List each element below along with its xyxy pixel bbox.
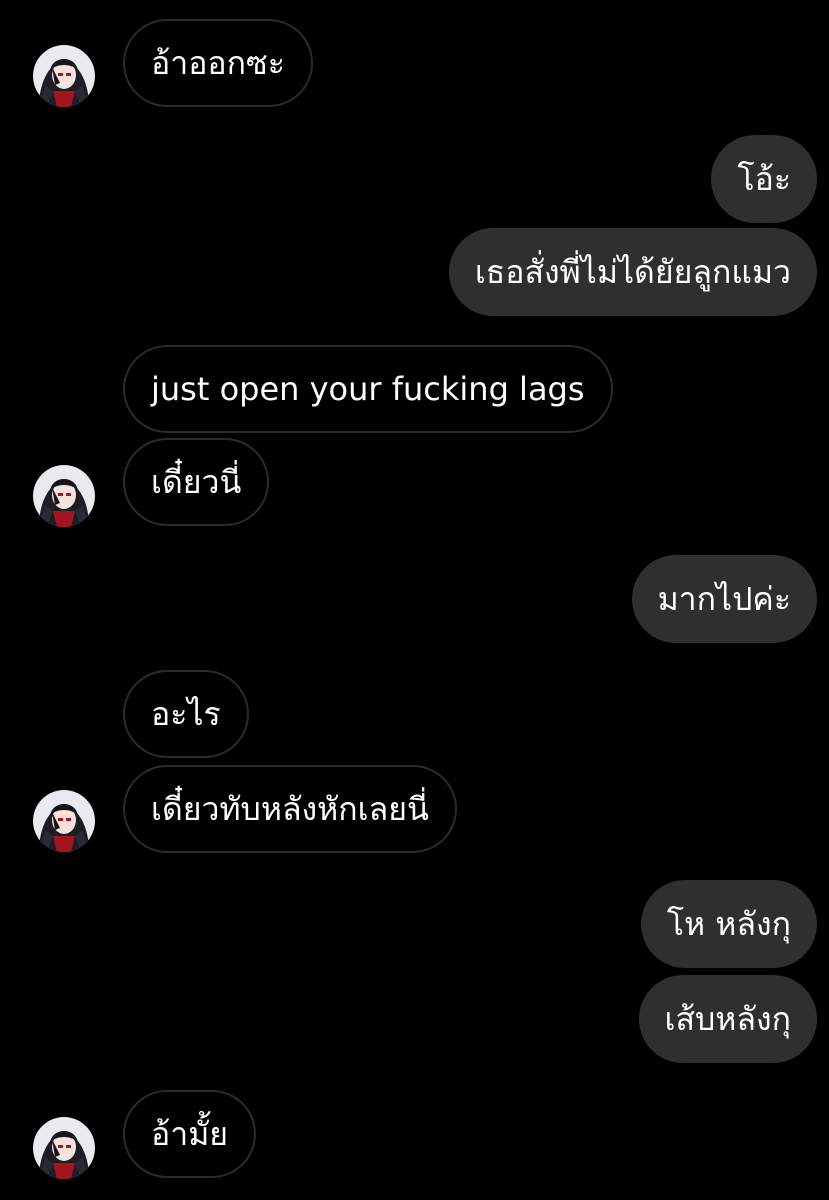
message-bubble-incoming[interactable]: just open your fucking lags	[123, 345, 613, 433]
message-bubble-incoming[interactable]: อ้าออกซะ	[123, 19, 313, 107]
message-bubble-incoming[interactable]: เดี๋ยวนี่	[123, 438, 270, 526]
message-text: มากไปค่ะ	[657, 580, 791, 618]
message-bubble-outgoing[interactable]: โห หลังกุ	[640, 880, 817, 968]
message-text: อ้ามั้ย	[151, 1115, 229, 1153]
anime-character-avatar-icon[interactable]	[33, 465, 95, 527]
message-text: เส้บหลังกุ	[664, 1000, 791, 1038]
message-text: เดี๋ยวทับหลังหักเลยนี่	[151, 790, 429, 828]
message-text: โห หลังกุ	[666, 905, 791, 943]
message-text: เธอสั่งพี่ไม่ได้ยัยลูกแมว	[474, 253, 791, 291]
message-bubble-outgoing[interactable]: เส้บหลังกุ	[638, 975, 817, 1063]
message-bubble-incoming[interactable]: เดี๋ยวทับหลังหักเลยนี่	[123, 765, 457, 853]
message-bubble-outgoing[interactable]: มากไปค่ะ	[631, 555, 817, 643]
anime-character-avatar-icon[interactable]	[33, 1117, 95, 1179]
message-bubble-incoming[interactable]: อ้ามั้ย	[123, 1090, 257, 1178]
message-bubble-incoming[interactable]: อะไร	[123, 670, 249, 758]
chat-thread: อ้าออกซะ โอ้ะ เธอสั่งพี่ไม่ได้ยัยลูกแมว …	[0, 0, 829, 1200]
message-text: โอ้ะ	[737, 160, 791, 198]
message-bubble-outgoing[interactable]: โอ้ะ	[711, 135, 817, 223]
message-text: เดี๋ยวนี่	[151, 463, 242, 501]
anime-character-avatar-icon[interactable]	[33, 790, 95, 852]
message-text: อ้าออกซะ	[151, 44, 285, 82]
message-text: just open your fucking lags	[151, 370, 585, 408]
anime-character-avatar-icon[interactable]	[33, 45, 95, 107]
message-bubble-outgoing[interactable]: เธอสั่งพี่ไม่ได้ยัยลูกแมว	[448, 228, 817, 316]
message-text: อะไร	[151, 695, 221, 733]
